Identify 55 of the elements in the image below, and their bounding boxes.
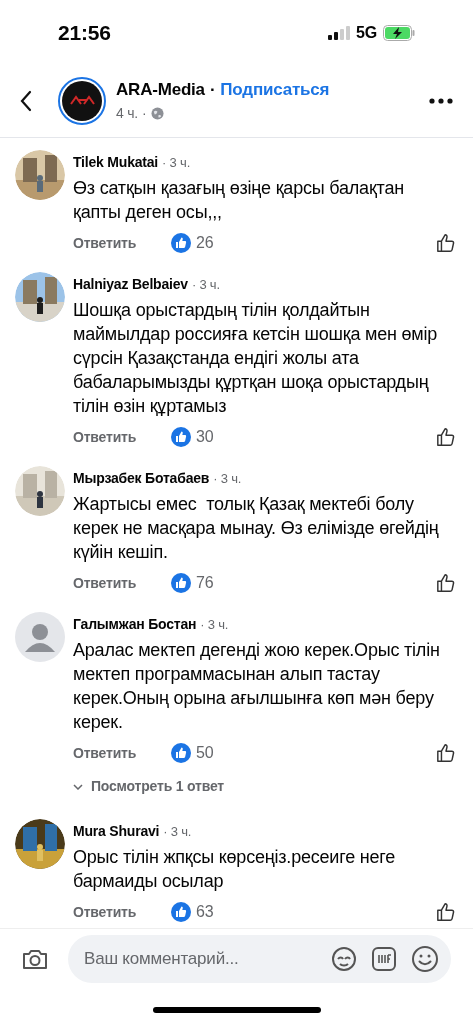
like-count: 26 xyxy=(196,233,215,253)
comment-text: Жартысы емес толық Қазақ мектебі болу керек не масқара мынау. Өз елімізде өгейдің күйін кешіп. xyxy=(73,493,440,564)
commenter-name[interactable]: Halniyaz Belbaiev xyxy=(73,274,188,295)
commenter-name[interactable]: Мырзабек Ботабаев xyxy=(73,468,210,489)
comment-text: Аралас мектеп дегенді жою керек.Орыс тілін мектеп программасынан алып тастау керек.Оның орына ағылшынға көп мән беру керек. xyxy=(73,639,441,734)
comment-time: · 3 ч. xyxy=(191,275,220,294)
like-icon[interactable] xyxy=(436,573,456,593)
reply-button[interactable]: Ответить xyxy=(73,232,171,254)
like-count: 76 xyxy=(196,573,215,593)
camera-icon[interactable] xyxy=(22,948,48,970)
post-age: 4 ч. xyxy=(116,103,139,123)
emoji-icon[interactable] xyxy=(411,945,439,973)
like-count: 63 xyxy=(196,902,215,922)
comment-text: Орыс тілін жпқсы көрсеңіз.ресеиге неге бармаиды осылар xyxy=(73,846,397,893)
reply-button[interactable]: Ответить xyxy=(73,901,171,923)
battery-charging-icon xyxy=(383,25,415,41)
signal-icon xyxy=(328,26,351,40)
commenter-name[interactable]: Mura Shuravi xyxy=(73,821,160,842)
like-count: 30 xyxy=(196,427,215,447)
reply-button[interactable]: Ответить xyxy=(73,572,171,594)
follow-link[interactable]: Подписаться xyxy=(220,77,330,103)
view-replies-link[interactable]: Посмотреть 1 ответ xyxy=(73,776,458,797)
chevron-down-icon xyxy=(73,783,83,790)
commenter-name[interactable]: Tilek Mukatai xyxy=(73,152,159,173)
like-badge-icon xyxy=(171,573,191,593)
like-count: 50 xyxy=(196,743,215,763)
page-name[interactable]: ARA-Media xyxy=(116,77,205,103)
comment-time: · 3 ч. xyxy=(163,822,192,841)
comment-text: Шошқа орыстардың тілін қолдайтын маймылдар россияға кетсін шошқа мен өмір сүрсін Қазақстанда ендігі жолы ата бабаларымызды құртқан шоқа орыстардың тілін өзін құртамыз xyxy=(73,299,439,418)
comment-time: · 3 ч. xyxy=(200,615,229,634)
like-badge-icon xyxy=(171,743,191,763)
like-icon[interactable] xyxy=(436,743,456,763)
default-avatar-icon xyxy=(15,612,65,662)
clock: 21:56 xyxy=(58,20,111,47)
reply-button[interactable]: Ответить xyxy=(73,742,171,764)
comment-input[interactable]: Ваш комментарий... xyxy=(84,946,317,972)
like-icon[interactable] xyxy=(436,902,456,922)
comment-text: Өз сатқын қазағың өзіңе қарсы балақтан қапты деген осы,,, xyxy=(73,177,405,224)
separator: · xyxy=(142,103,147,123)
comment-time: · 3 ч. xyxy=(162,153,191,172)
network-label: 5G xyxy=(356,23,377,43)
globe-icon xyxy=(150,106,164,120)
more-icon[interactable] xyxy=(429,97,453,104)
separator: · xyxy=(209,79,216,102)
like-icon[interactable] xyxy=(436,427,456,447)
page-logo[interactable] xyxy=(58,76,106,125)
comment-field[interactable]: Ваш комментарий... xyxy=(68,935,451,983)
like-badge-icon xyxy=(171,427,191,447)
like-icon[interactable] xyxy=(436,233,456,253)
like-badge-icon xyxy=(171,902,191,922)
comment-time: · 3 ч. xyxy=(213,469,242,488)
back-icon[interactable] xyxy=(20,89,32,112)
reply-button[interactable]: Ответить xyxy=(73,426,171,448)
commenter-name[interactable]: Галымжан Бостан xyxy=(73,614,197,635)
like-badge-icon xyxy=(171,233,191,253)
